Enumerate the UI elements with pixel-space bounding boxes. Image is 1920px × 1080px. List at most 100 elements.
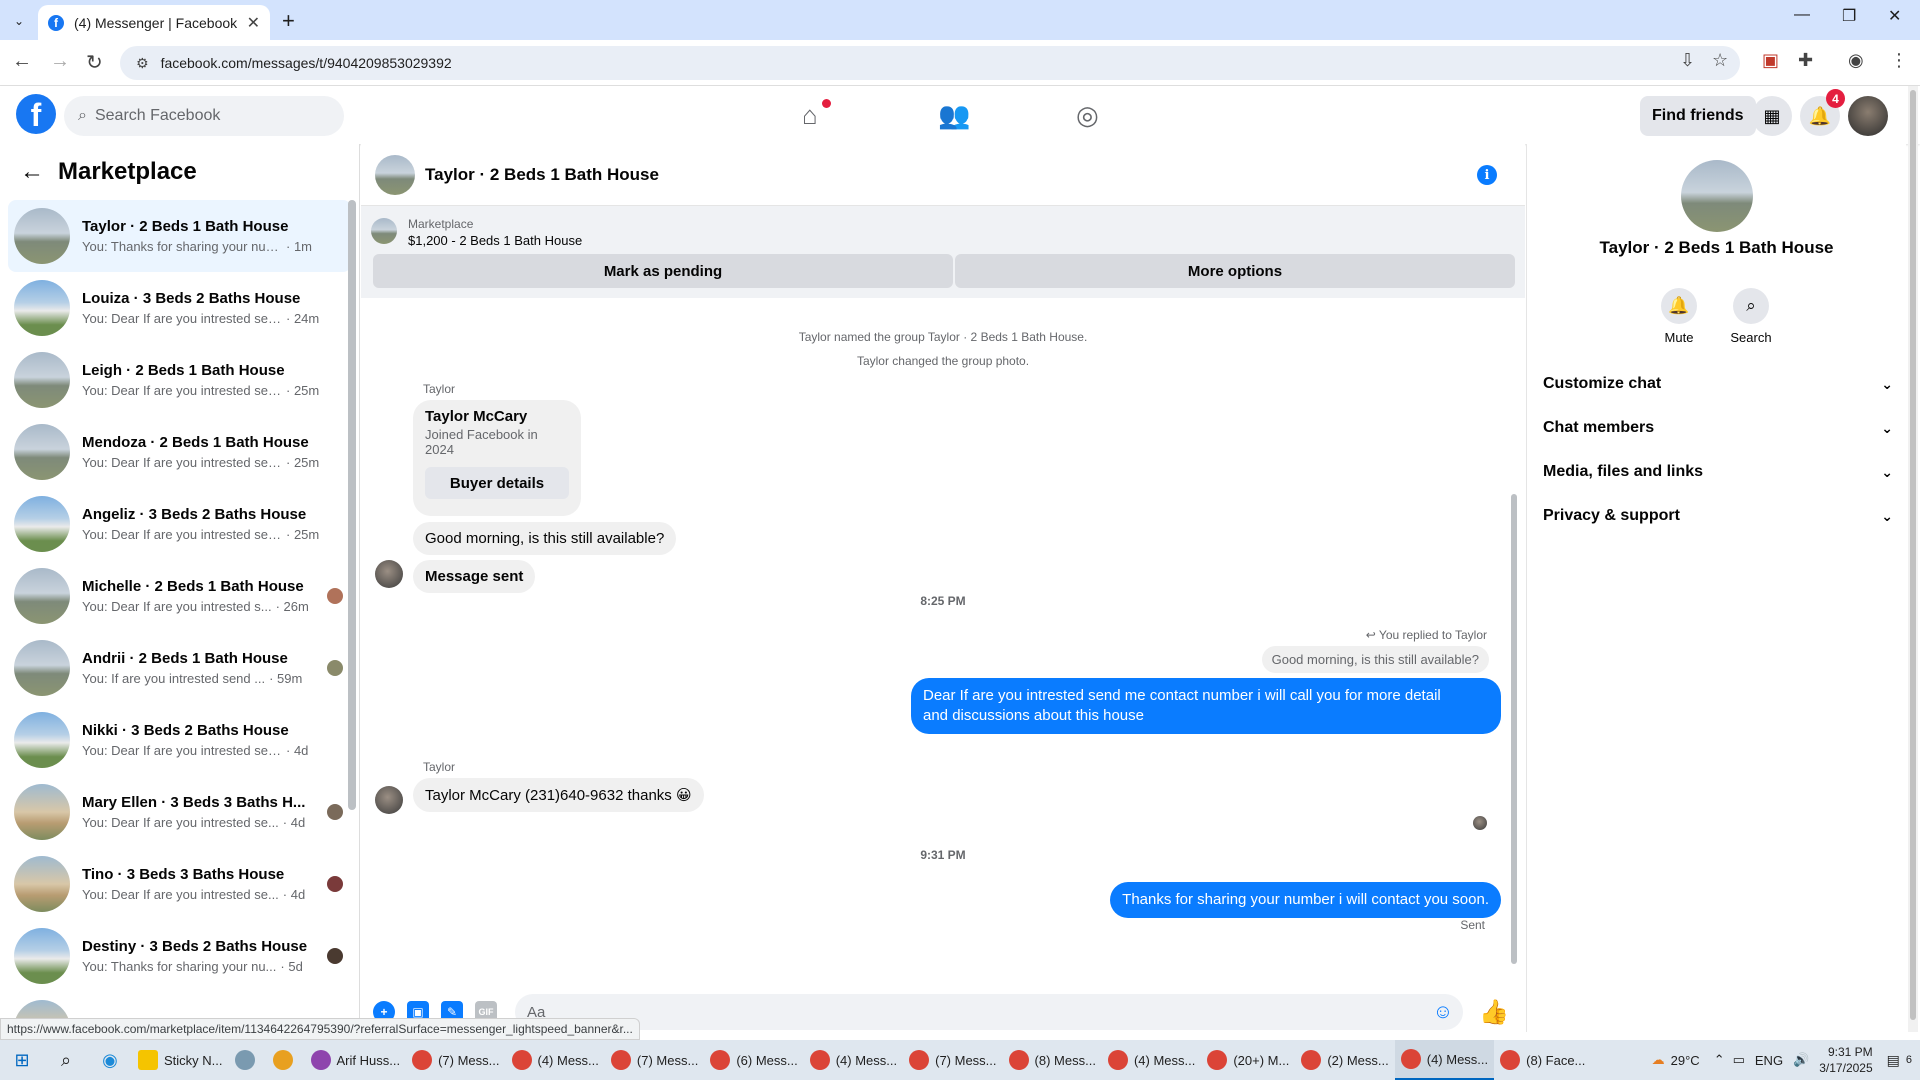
conversation-item[interactable]: Angeliz · 3 Beds 2 Baths House You: Dear … xyxy=(8,488,351,560)
facebook-logo-icon[interactable]: f xyxy=(16,94,56,134)
conversation-item[interactable]: Andrii · 2 Beds 1 Bath House You: If are … xyxy=(8,632,351,704)
clock[interactable]: 9:31 PM 3/17/2025 xyxy=(1819,1044,1872,1076)
conversation-item[interactable]: Mary Ellen · 3 Beds 3 Baths H... You: Dea… xyxy=(8,776,351,848)
info-icon[interactable]: i xyxy=(1477,165,1497,185)
sender-avatar[interactable] xyxy=(375,786,403,814)
taskbar-app[interactable]: (7) Mess... xyxy=(605,1040,704,1080)
taskbar-app[interactable]: Arif Huss... xyxy=(305,1040,407,1080)
message-bubble-incoming[interactable]: Good morning, is this still available? xyxy=(413,522,677,555)
minimize-icon[interactable]: — xyxy=(1794,6,1810,24)
facebook-search-input[interactable]: ⌕ Search Facebook xyxy=(64,96,344,136)
search-action[interactable]: ⌕ Search xyxy=(1721,288,1781,345)
menu-kebab-icon[interactable]: ⋮ xyxy=(1890,50,1908,71)
browser-tab-active[interactable]: f (4) Messenger | Facebook ✕ xyxy=(38,5,270,40)
groups-icon[interactable]: ◎ xyxy=(1076,100,1099,131)
message-bubble-outgoing[interactable]: Dear If are you intrested send me contac… xyxy=(911,678,1501,734)
volume-icon[interactable]: 🔊 xyxy=(1793,1052,1809,1068)
buyer-details-button[interactable]: Buyer details xyxy=(425,467,569,499)
conversation-item[interactable]: Destiny · 3 Beds 2 Baths House You: Thank… xyxy=(8,920,351,992)
chat-members-row[interactable]: Chat members ⌄ xyxy=(1543,410,1893,446)
conversation-item[interactable]: Nikki · 3 Beds 2 Baths House You: Dear If… xyxy=(8,704,351,776)
weather-temp[interactable]: 29°C xyxy=(1671,1053,1700,1068)
taskbar-app[interactable]: (4) Mess... xyxy=(506,1040,605,1080)
taskbar-app[interactable]: (20+) M... xyxy=(1201,1040,1295,1080)
more-options-button[interactable]: More options xyxy=(955,254,1515,288)
back-icon[interactable]: ← xyxy=(12,50,32,73)
taskbar-app[interactable]: (4) Mess... xyxy=(804,1040,903,1080)
notification-center-icon[interactable]: ▤ xyxy=(1887,1052,1900,1069)
close-window-icon[interactable]: ✕ xyxy=(1888,6,1901,26)
edge-browser-icon[interactable]: ◉ xyxy=(88,1040,132,1080)
search-icon[interactable]: ⌕ xyxy=(1733,288,1769,324)
listing-thumbnail[interactable] xyxy=(371,218,397,244)
page-scrollbar-thumb[interactable] xyxy=(1910,90,1916,1020)
home-icon[interactable]: ⌂ xyxy=(802,100,818,131)
thumbs-up-icon[interactable]: 👍 xyxy=(1479,998,1509,1027)
conversation-list-scrollbar[interactable] xyxy=(348,200,356,810)
conversation-text: Tino · 3 Beds 3 Baths House You: Dear If … xyxy=(82,866,351,902)
close-tab-icon[interactable]: ✕ xyxy=(247,13,260,33)
windows-start-icon[interactable]: ⊞ xyxy=(0,1040,44,1080)
address-bar[interactable]: ⚙ facebook.com/messages/t/94042098530293… xyxy=(120,46,1740,80)
tab-search-chevron-icon[interactable]: ⌄ xyxy=(8,10,30,32)
taskbar-app[interactable]: (6) Mess... xyxy=(704,1040,803,1080)
find-friends-button[interactable]: Find friends xyxy=(1640,96,1756,136)
bell-icon[interactable]: 🔔 xyxy=(1661,288,1697,324)
timestamp: 8:25 PM xyxy=(920,594,966,608)
menu-grid-icon[interactable]: ▦ xyxy=(1752,96,1792,136)
conversation-name: Mendoza · 2 Beds 1 Bath House xyxy=(82,434,309,451)
media-files-links-row[interactable]: Media, files and links ⌄ xyxy=(1543,454,1893,490)
weather-icon[interactable]: ☁ xyxy=(1652,1052,1665,1068)
listing-price[interactable]: $1,200 - 2 Beds 1 Bath House xyxy=(408,233,582,248)
sender-avatar[interactable] xyxy=(375,560,403,588)
conversation-item[interactable]: Louiza · 3 Beds 2 Baths House You: Dear I… xyxy=(8,272,351,344)
taskbar-app[interactable]: (2) Mess... xyxy=(1295,1040,1394,1080)
taskbar-app[interactable]: (8) Face... xyxy=(1494,1040,1591,1080)
profile-icon[interactable]: ◉ xyxy=(1848,50,1864,71)
conversation-item[interactable]: Tino · 3 Beds 3 Baths House You: Dear If … xyxy=(8,848,351,920)
taskbar-search-icon[interactable]: ⌕ xyxy=(44,1040,88,1080)
new-tab-icon[interactable]: + xyxy=(282,8,295,34)
group-avatar[interactable] xyxy=(1681,160,1753,232)
taskbar-app[interactable] xyxy=(229,1040,267,1080)
forward-icon[interactable]: → xyxy=(50,50,70,73)
chat-scrollbar[interactable] xyxy=(1511,494,1517,964)
message-bubble-incoming[interactable]: Message sent xyxy=(413,560,536,593)
extensions-puzzle-icon[interactable]: ✚ xyxy=(1798,50,1813,71)
chat-avatar[interactable] xyxy=(375,154,415,195)
page-scrollbar[interactable] xyxy=(1908,86,1918,1032)
taskbar-app[interactable]: (8) Mess... xyxy=(1003,1040,1102,1080)
taskbar-app[interactable]: (4) Mess... xyxy=(1102,1040,1201,1080)
taskbar-app[interactable]: (4) Mess... xyxy=(1394,1040,1495,1080)
back-arrow-icon[interactable]: ← xyxy=(20,158,44,186)
taskbar-app[interactable]: (7) Mess... xyxy=(406,1040,505,1080)
taskbar-app[interactable]: Sticky N... xyxy=(132,1040,229,1080)
privacy-support-row[interactable]: Privacy & support ⌄ xyxy=(1543,498,1893,534)
account-avatar[interactable] xyxy=(1848,96,1888,136)
friends-icon[interactable]: 👥 xyxy=(938,100,970,131)
conversation-item[interactable]: Mendoza · 2 Beds 1 Bath House You: Dear I… xyxy=(8,416,351,488)
mark-as-pending-button[interactable]: Mark as pending xyxy=(373,254,953,288)
restore-icon[interactable]: ❐ xyxy=(1842,6,1856,26)
bookmark-star-icon[interactable]: ☆ xyxy=(1712,50,1728,71)
mute-action[interactable]: 🔔 Mute xyxy=(1649,288,1709,345)
chat-title[interactable]: Taylor · 2 Beds 1 Bath House xyxy=(425,165,659,185)
customize-chat-row[interactable]: Customize chat ⌄ xyxy=(1543,366,1893,402)
conversation-item[interactable]: Taylor · 2 Beds 1 Bath House You: Thanks … xyxy=(8,200,351,272)
taskbar-app[interactable]: (7) Mess... xyxy=(903,1040,1002,1080)
message-bubble-outgoing[interactable]: Thanks for sharing your number i will co… xyxy=(1110,882,1501,918)
tray-overflow-icon[interactable]: ⌃ xyxy=(1714,1052,1725,1068)
reload-icon[interactable]: ↻ xyxy=(86,50,103,75)
site-info-icon[interactable]: ⚙ xyxy=(136,55,149,72)
conversation-item[interactable]: Leigh · 2 Beds 1 Bath House You: Dear If … xyxy=(8,344,351,416)
message-input[interactable]: Aa ☺ xyxy=(515,994,1464,1030)
quoted-message[interactable]: Good morning, is this still available? xyxy=(1261,646,1489,673)
conversation-item[interactable]: Michelle · 2 Beds 1 Bath House You: Dear … xyxy=(8,560,351,632)
language-indicator[interactable]: ENG xyxy=(1755,1053,1783,1068)
emoji-icon[interactable]: ☺ xyxy=(1433,1001,1453,1024)
message-bubble-incoming[interactable]: Taylor McCary (231)640-9632 thanks 😀 xyxy=(413,778,704,812)
install-app-icon[interactable]: ⇩ xyxy=(1680,50,1695,71)
taskbar-app[interactable] xyxy=(267,1040,305,1080)
network-icon[interactable]: ▭ xyxy=(1733,1052,1745,1068)
extension-off-icon[interactable]: ▣ xyxy=(1762,50,1779,71)
